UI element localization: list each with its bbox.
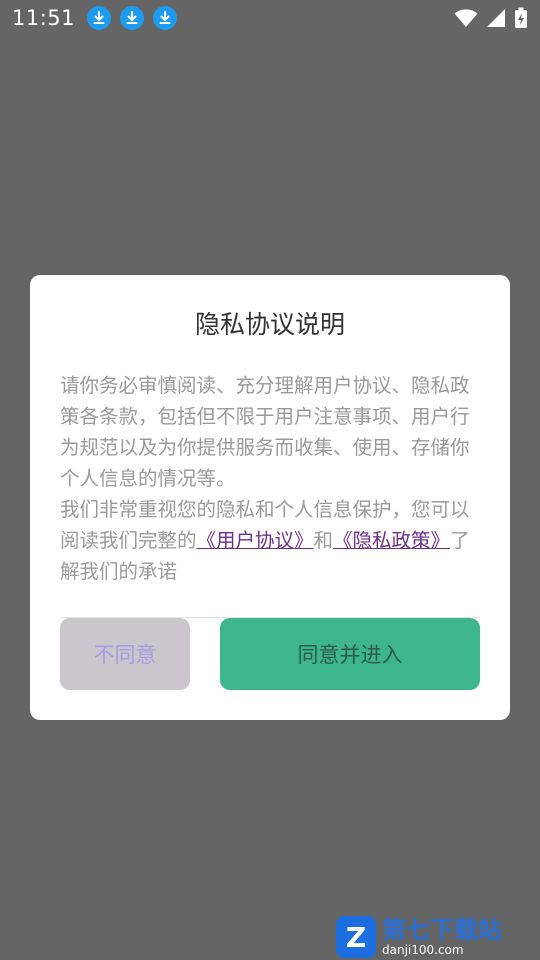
- dialog-paragraph-1: 请你务必审慎阅读、充分理解用户协议、隐私政策各条款，包括但不限于用户注意事项、用…: [60, 374, 470, 490]
- disagree-button[interactable]: 不同意: [60, 618, 190, 690]
- and-text: 和: [313, 529, 334, 552]
- dialog-paragraph-2: 我们非常重视您的隐私和个人信息保护，您可以阅读我们完整的《用户协议》和《隐私政策…: [60, 494, 480, 587]
- download-icon: [120, 6, 145, 30]
- status-time: 11:51: [12, 6, 76, 30]
- user-agreement-link[interactable]: 《用户协议》: [197, 529, 314, 552]
- battery-charging-icon: [515, 7, 527, 28]
- watermark-text: 第七下载站 danji100.com: [382, 918, 502, 956]
- status-right-icons: [454, 7, 528, 29]
- watermark-name: 第七下载站: [382, 916, 502, 944]
- wifi-icon: [454, 9, 478, 27]
- status-bar: 11:51: [0, 0, 540, 36]
- watermark: Z 第七下载站 danji100.com: [336, 914, 536, 960]
- watermark-logo: Z: [336, 916, 376, 958]
- privacy-dialog: 隐私协议说明 请你务必审慎阅读、充分理解用户协议、隐私政策各条款，包括但不限于用…: [30, 275, 510, 720]
- dialog-title: 隐私协议说明: [194, 310, 345, 339]
- download-icon: [87, 6, 112, 30]
- privacy-policy-link[interactable]: 《隐私政策》: [333, 529, 450, 552]
- signal-icon: [487, 9, 505, 27]
- dialog-body: 请你务必审慎阅读、充分理解用户协议、隐私政策各条款，包括但不限于用户注意事项、用…: [60, 370, 480, 587]
- agree-button[interactable]: 同意并进入: [220, 618, 480, 690]
- watermark-url: danji100.com: [382, 943, 464, 957]
- download-icon: [153, 6, 178, 30]
